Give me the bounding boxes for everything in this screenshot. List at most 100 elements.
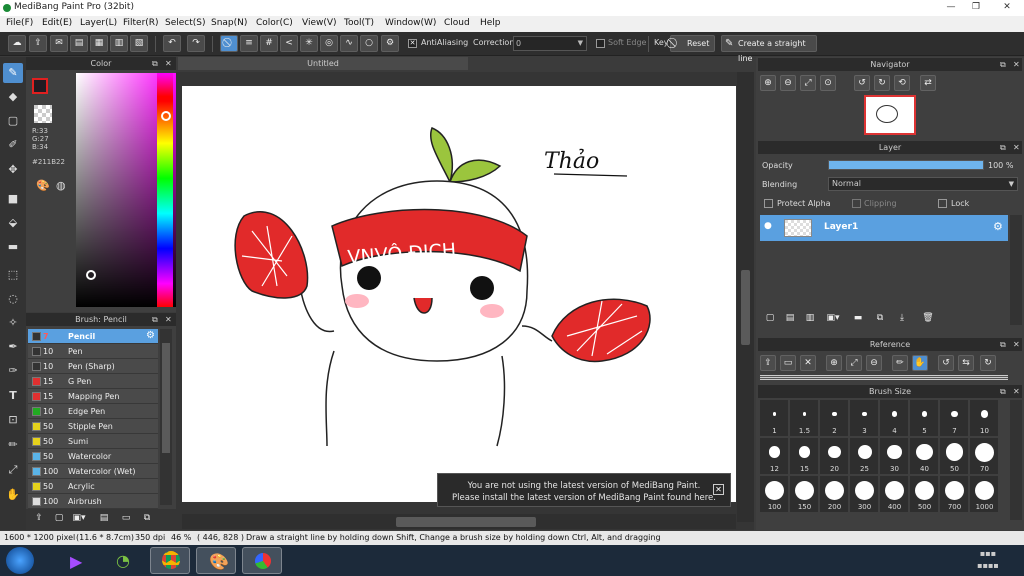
fit-view-icon[interactable]: ⤢ xyxy=(800,75,816,91)
comment-icon[interactable]: ✉ xyxy=(50,35,68,52)
brush-properties-icon[interactable]: ▤ xyxy=(96,511,112,527)
update-notice[interactable]: You are not using the latest version of … xyxy=(437,473,731,507)
select-pen-icon[interactable]: ✒ xyxy=(3,337,23,357)
menu-window[interactable]: Window(W) xyxy=(385,18,436,28)
parallel-snap-icon[interactable]: ≡ xyxy=(240,35,258,52)
rotate-left-icon[interactable]: ↺ xyxy=(938,355,954,371)
eraser-tool-icon[interactable]: ◆ xyxy=(3,87,23,107)
brush-size-option[interactable]: 150 xyxy=(790,476,819,513)
cloud-icon[interactable]: ☁ xyxy=(8,35,26,52)
layer-scrollbar[interactable] xyxy=(1010,215,1022,325)
magic-wand-tool-icon[interactable]: ✧ xyxy=(3,313,23,333)
system-clock[interactable]: ▪▪▪ ▪▪▪▪ xyxy=(960,548,1016,572)
soft-edge-checkbox[interactable] xyxy=(596,39,605,48)
medibang-icon[interactable] xyxy=(242,547,282,574)
concentric-snap-icon[interactable]: ◎ xyxy=(320,35,338,52)
close-icon[interactable]: ✕ xyxy=(165,57,172,70)
brush-size-option[interactable]: 25 xyxy=(850,438,879,475)
close-icon[interactable]: ✕ xyxy=(165,313,172,326)
snap-settings-icon[interactable]: ⚙ xyxy=(381,35,399,52)
brush-item[interactable]: 50 Watercolor xyxy=(28,449,158,464)
brush-menu-icon[interactable]: ▣▾ xyxy=(71,511,87,527)
close-icon[interactable]: ✕ xyxy=(1013,141,1020,154)
new-file-icon[interactable]: ▤ xyxy=(70,35,88,52)
lock-checkbox[interactable] xyxy=(938,199,947,208)
hue-cursor[interactable] xyxy=(161,111,171,121)
rotate-reset-icon[interactable]: ⟲ xyxy=(894,75,910,91)
fit-icon[interactable]: ⤢ xyxy=(846,355,862,371)
zoom-out-icon[interactable]: ⊖ xyxy=(866,355,882,371)
brush-size-scrollbar[interactable] xyxy=(1010,400,1022,520)
brush-size-option[interactable]: 20 xyxy=(820,438,849,475)
menu-snap[interactable]: Snap(N) xyxy=(211,18,247,28)
zoom-reset-icon[interactable]: ⊙ xyxy=(820,75,836,91)
hue-slider[interactable] xyxy=(157,73,173,307)
brush-size-option[interactable]: 300 xyxy=(850,476,879,513)
brush-size-option[interactable]: 1000 xyxy=(970,476,999,513)
brush-item[interactable]: 15 Mapping Pen xyxy=(28,389,158,404)
menu-file[interactable]: File(F) xyxy=(6,18,33,28)
background-color-swatch[interactable] xyxy=(34,105,52,123)
reset-button[interactable]: ⃠ Reset xyxy=(670,35,715,52)
correction-select[interactable]: 0 ▼ xyxy=(513,36,587,51)
menu-cloud[interactable]: Cloud xyxy=(444,18,470,28)
brush-size-option[interactable]: 200 xyxy=(820,476,849,513)
menu-edit[interactable]: Edit(E) xyxy=(42,18,72,28)
eyedropper-tool-icon[interactable]: ✏ xyxy=(3,435,23,455)
operation-tool-icon[interactable]: ⊡ xyxy=(3,410,23,430)
rotate-reset-icon[interactable]: ↻ xyxy=(980,355,996,371)
popout-icon[interactable]: ⧉ xyxy=(152,313,158,326)
cross-snap-icon[interactable]: # xyxy=(260,35,278,52)
menu-tool[interactable]: Tool(T) xyxy=(344,18,374,28)
brush-size-option[interactable]: 10 xyxy=(970,400,999,437)
lasso-tool-icon[interactable]: ◌ xyxy=(3,289,23,309)
popout-icon[interactable]: ⧉ xyxy=(152,57,158,70)
layer-row[interactable]: ● Layer1 ⚙ xyxy=(760,215,1008,241)
brush-size-option[interactable]: 3 xyxy=(850,400,879,437)
menu-help[interactable]: Help xyxy=(480,18,501,28)
foreground-color-swatch[interactable] xyxy=(32,78,48,94)
brush-item[interactable]: 15 G Pen xyxy=(28,374,158,389)
menu-filter[interactable]: Filter(R) xyxy=(123,18,159,28)
gear-icon[interactable]: ⚙ xyxy=(993,220,1003,233)
menu-select[interactable]: Select(S) xyxy=(165,18,206,28)
zoom-in-icon[interactable]: ⊕ xyxy=(760,75,776,91)
create-straight-line-button[interactable]: ✎ Create a straight line xyxy=(721,35,817,63)
eye-icon[interactable]: ● xyxy=(764,221,772,231)
curve-snap-icon[interactable]: ∿ xyxy=(340,35,358,52)
palette-icon[interactable]: 🎨 xyxy=(36,179,50,192)
brush-item[interactable]: 50 Stipple Pen xyxy=(28,419,158,434)
upload-icon[interactable]: ⇪ xyxy=(760,355,776,371)
divide-tool-icon[interactable]: ⤢ xyxy=(3,460,23,480)
eyedropper-icon[interactable]: ✏ xyxy=(892,355,908,371)
start-button-icon[interactable] xyxy=(6,547,34,574)
select-eraser-icon[interactable]: ✑ xyxy=(3,361,23,381)
rotate-right-icon[interactable]: ⇆ xyxy=(958,355,974,371)
brush-size-option[interactable]: 4 xyxy=(880,400,909,437)
zoom-out-icon[interactable]: ⊖ xyxy=(780,75,796,91)
brush-item[interactable]: 7 Pencil ⚙ xyxy=(28,329,158,344)
palette-add-icon[interactable]: ◍ xyxy=(56,179,66,192)
new-layer-icon[interactable]: ▢ xyxy=(762,311,778,327)
unikey-icon[interactable]: ◔ xyxy=(104,547,144,574)
rect-select-tool-icon[interactable]: ⬚ xyxy=(3,265,23,285)
new-brush-icon[interactable]: ▢ xyxy=(51,511,67,527)
brush-item[interactable]: 100 Airbrush xyxy=(28,494,158,509)
menu-color[interactable]: Color(C) xyxy=(256,18,293,28)
horizontal-scroll-thumb[interactable] xyxy=(396,517,536,527)
dot-tool-icon[interactable]: ▢ xyxy=(3,111,23,131)
popout-icon[interactable]: ⧉ xyxy=(1000,58,1006,71)
brush-size-option[interactable]: 50 xyxy=(940,438,969,475)
select-pen-tool-icon[interactable]: ✐ xyxy=(3,135,23,155)
brush-size-option[interactable]: 400 xyxy=(880,476,909,513)
new-halftone-layer-icon[interactable]: ▤ xyxy=(782,311,798,327)
text-tool-icon[interactable]: T xyxy=(3,386,23,406)
rotate-left-icon[interactable]: ↺ xyxy=(854,75,870,91)
antialiasing-checkbox[interactable]: ✕ xyxy=(408,39,417,48)
tab-untitled[interactable]: Untitled xyxy=(178,57,468,70)
brush-list-scrollbar[interactable] xyxy=(160,329,172,505)
brush-tool-icon[interactable]: ✎ xyxy=(3,63,23,83)
cloud-brush-icon[interactable]: ⇪ xyxy=(31,511,47,527)
grid-icon[interactable]: ▥ xyxy=(110,35,128,52)
brush-size-option[interactable]: 1.5 xyxy=(790,400,819,437)
